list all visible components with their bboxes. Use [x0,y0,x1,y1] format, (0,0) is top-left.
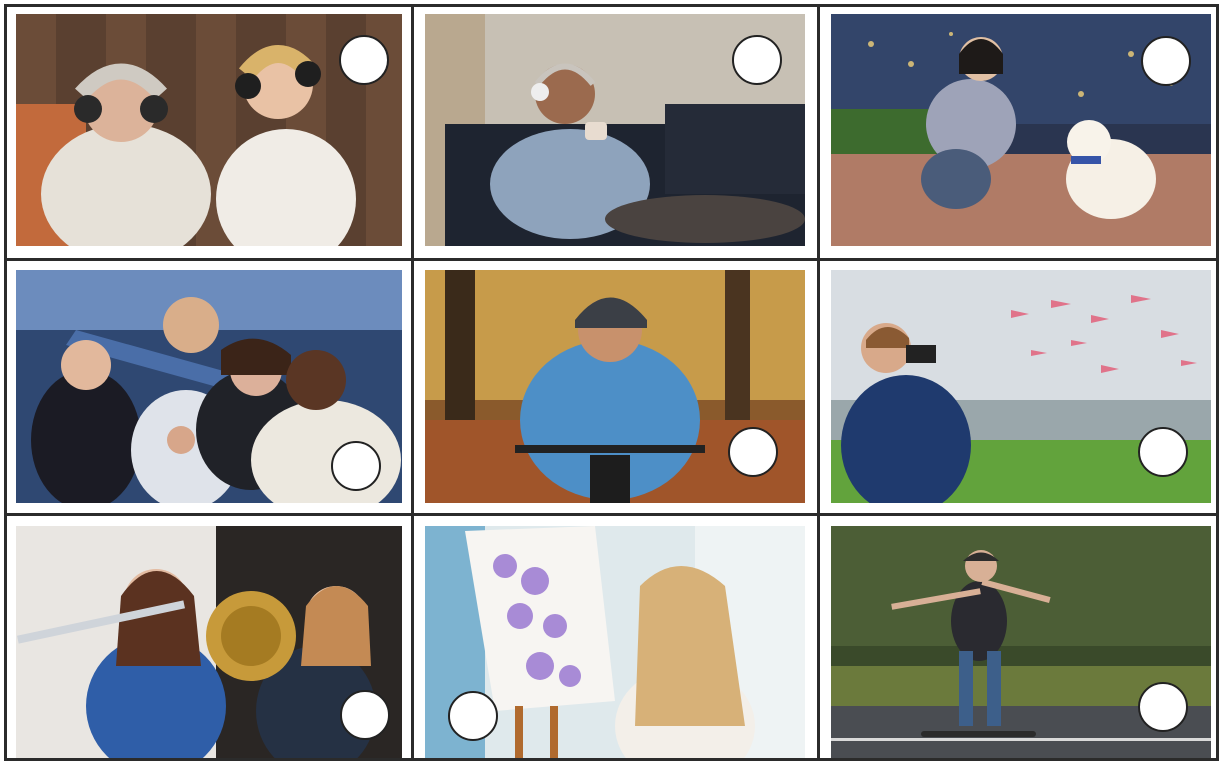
answer-circle-7[interactable] [340,690,390,740]
answer-circle-4[interactable] [331,441,381,491]
grid-divider-vertical-2 [817,7,820,758]
grid-divider-horizontal-2 [7,513,1216,516]
answer-circle-3[interactable] [1141,36,1191,86]
answer-circle-8[interactable] [448,691,498,741]
answer-circle-1[interactable] [339,35,389,85]
answer-circle-2[interactable] [732,35,782,85]
grid-divider-vertical-1 [411,7,414,758]
answer-circle-5[interactable] [728,427,778,477]
answer-circle-9[interactable] [1138,682,1188,732]
grid-divider-horizontal-1 [7,258,1216,261]
answer-circle-6[interactable] [1138,427,1188,477]
